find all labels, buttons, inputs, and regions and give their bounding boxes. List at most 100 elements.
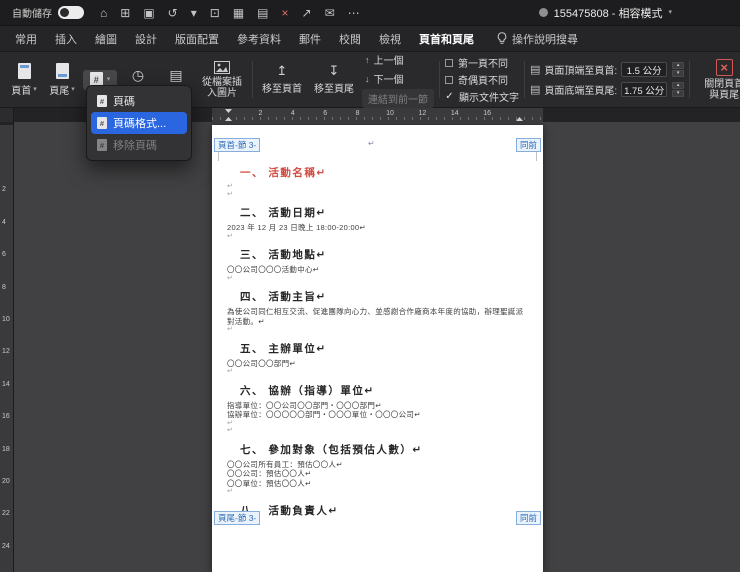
ribbon-tab[interactable]: 郵件 [290, 26, 330, 52]
doc-line: ↵ [227, 190, 233, 198]
ruler-number: 8 [355, 110, 360, 117]
document-page[interactable]: 頁首-節 3- 同前 ↵ 一、 活動名稱↵ ↵ ↵ 二、 活動日期↵ 2023 年 12… [212, 125, 543, 572]
save-icon[interactable]: ▣ [143, 7, 154, 19]
page-number-icon: # [97, 117, 107, 129]
ribbon-tab-bar: 常用 插入 繪圖 設計 版面配置 參考資料 郵件 校閱 檢視 頁首和頁尾 操作說明搜尋 [0, 26, 740, 52]
ribbon-tab[interactable]: 繪圖 [86, 26, 126, 52]
ribbon-tab[interactable]: 設計 [126, 26, 166, 52]
insert-picture-button[interactable]: 從檔案插入圖片 [197, 59, 247, 101]
close-header-footer-button[interactable]: × 關閉頁首與頁尾 [695, 57, 740, 103]
next-button[interactable]: ↓ 下一個 [362, 70, 434, 87]
margin-row: ▤ 頁面頂端至頁首: 1.5 公分 ▴ ▾ [530, 62, 685, 77]
paragraph-mark: ↵ [368, 139, 375, 148]
close-icon: × [715, 58, 733, 76]
spreadsheet-icon[interactable]: ▤ [257, 7, 268, 19]
doc-content: 一、 活動名稱↵ ↵ ↵ 二、 活動日期↵ 2023 年 12 月 23 日晚上 18:… [227, 158, 529, 572]
margin-value-input[interactable]: 1.5 公分 [621, 62, 668, 77]
checkbox-label: 奇偶頁不同 [458, 76, 508, 87]
stepper-up-button[interactable]: ▴ [672, 62, 685, 69]
ribbon-tab-list: 常用 插入 繪圖 設計 版面配置 參考資料 郵件 校閱 檢視 頁首和頁尾 [6, 26, 483, 52]
doc-line: 二、 活動日期↵ [240, 207, 327, 219]
menu-item[interactable]: # 頁碼格式... [91, 112, 187, 134]
checkmark-icon: ✓ [445, 91, 454, 102]
ruler-number: 10 [386, 110, 394, 117]
doc-line: 協辦單位：〇〇〇〇〇部門・〇〇〇單位・〇〇〇公司↵ [227, 410, 421, 419]
ribbon-tab[interactable]: 檢視 [370, 26, 410, 52]
tell-me-search[interactable]: 操作說明搜尋 [497, 31, 578, 47]
apps-grid-icon[interactable]: ⊞ [120, 7, 130, 19]
checkbox-label: 第一頁不同 [458, 59, 508, 70]
margin-label: 頁面底端至頁尾: [544, 86, 618, 97]
checkbox-icon [445, 75, 453, 84]
group-separator [689, 61, 691, 98]
home-icon[interactable]: ⌂ [100, 7, 107, 19]
header-button[interactable]: 頁首 ▾ [7, 61, 41, 99]
next-label: 下一個 [373, 75, 404, 86]
margin-value-input[interactable]: 1.75 公分 [621, 82, 668, 97]
doc-line: 〇〇公司〇〇〇活動中心↵ [227, 265, 320, 274]
doc-line: 五、 主辦單位↵ [240, 342, 327, 355]
table-icon[interactable]: ▦ [233, 7, 244, 19]
goto-footer-button[interactable]: ↧ 移至頁尾 [310, 62, 358, 97]
undo-menu-chevron-icon[interactable]: ▾ [191, 7, 197, 19]
stepper: ▴ ▾ [672, 82, 685, 97]
nav-buttons: ↑ 上一個 ↓ 下一個 連結到前一節 [362, 51, 434, 108]
group-separator [439, 61, 440, 98]
menu-item-label: 頁碼格式... [113, 118, 167, 130]
tell-me-label: 操作說明搜尋 [512, 33, 578, 46]
margin-label: 頁面頂端至頁首: [544, 66, 618, 77]
picture-icon [214, 60, 230, 74]
undo-icon[interactable]: ↺ [168, 7, 178, 19]
chevron-down-icon: ▾ [33, 85, 37, 93]
margin-row: ▤ 頁面底端至頁尾: 1.75 公分 ▴ ▾ [530, 82, 685, 97]
link-to-previous-label: 連結到前一節 [368, 95, 428, 106]
more-icon[interactable]: ⋯ [348, 7, 360, 19]
document-title: 155475808 - 相容模式 [553, 7, 663, 20]
stepper-down-button[interactable]: ▾ [672, 70, 685, 77]
ribbon-tab[interactable]: 頁首和頁尾 [410, 26, 483, 52]
titlebar: 自動儲存 ⌂ ⊞ ▣ ↺ ▾ ⊡ ▦ ▤ × ↗ ✉ ⋯ 155475808 - 相容模式 ▾ [0, 0, 740, 26]
page-number-icon: # [97, 95, 107, 107]
print-icon[interactable]: ⊡ [210, 7, 220, 19]
mail-icon[interactable]: ✉ [325, 7, 335, 19]
ruler-number: 16 [2, 413, 10, 421]
checkbox-row[interactable]: ✓ 顯示文件文字 [445, 89, 519, 104]
doc-line: ↵ [227, 427, 233, 434]
stepper-down-button[interactable]: ▾ [672, 90, 685, 97]
ribbon-tab[interactable]: 版面配置 [166, 26, 228, 52]
checkbox-row[interactable]: 第一頁不同 [445, 55, 519, 70]
previous-button[interactable]: ↑ 上一個 [362, 51, 434, 68]
ribbon-tab[interactable]: 校閱 [330, 26, 370, 52]
ribbon-tab[interactable]: 參考資料 [228, 26, 290, 52]
previous-label: 上一個 [373, 56, 404, 67]
doc-line: 〇〇公司：預估〇〇人↵ [227, 469, 312, 478]
ruler-number: 2 [2, 186, 6, 194]
ruler-number: 14 [450, 110, 459, 117]
tab-stop-selector[interactable] [0, 108, 14, 122]
share-icon[interactable]: ↗ [302, 7, 312, 19]
goto-header-button[interactable]: ↥ 移至頁首 [258, 62, 306, 97]
doc-line: 八、 活動負責人↵ [240, 504, 339, 517]
ribbon-tab[interactable]: 插入 [46, 26, 86, 52]
doc-line: 六、 協辦（指導）單位↵ [240, 384, 375, 397]
document-status-icon [538, 8, 548, 17]
menu-item[interactable]: # 頁碼 [91, 90, 187, 112]
ruler-number: 6 [2, 251, 6, 259]
doc-line: ↵ [227, 274, 233, 282]
ruler-number: 4 [290, 110, 295, 117]
document-title-group[interactable]: 155475808 - 相容模式 ▾ [538, 5, 672, 21]
doc-line: ↵ [227, 419, 233, 427]
checkbox-icon [445, 58, 453, 67]
ruler-number: 4 [2, 218, 6, 226]
ribbon-tab[interactable]: 常用 [6, 26, 46, 52]
autosave-toggle[interactable] [58, 6, 84, 19]
ruler-number: 10 [2, 316, 10, 323]
link-to-previous-button[interactable]: 連結到前一節 [362, 89, 434, 108]
stepper-up-button[interactable]: ▴ [672, 82, 685, 89]
v-ruler[interactable]: 2 4 6 8 10 12 14 16 18 20 22 24 [0, 122, 14, 572]
ruler-number: 14 [2, 380, 10, 388]
footer-button[interactable]: 頁尾 ▾ [45, 61, 79, 99]
close-file-icon[interactable]: × [282, 7, 289, 19]
checkbox-row[interactable]: 奇偶頁不同 [445, 72, 519, 87]
autosave-label: 自動儲存 [12, 9, 52, 20]
